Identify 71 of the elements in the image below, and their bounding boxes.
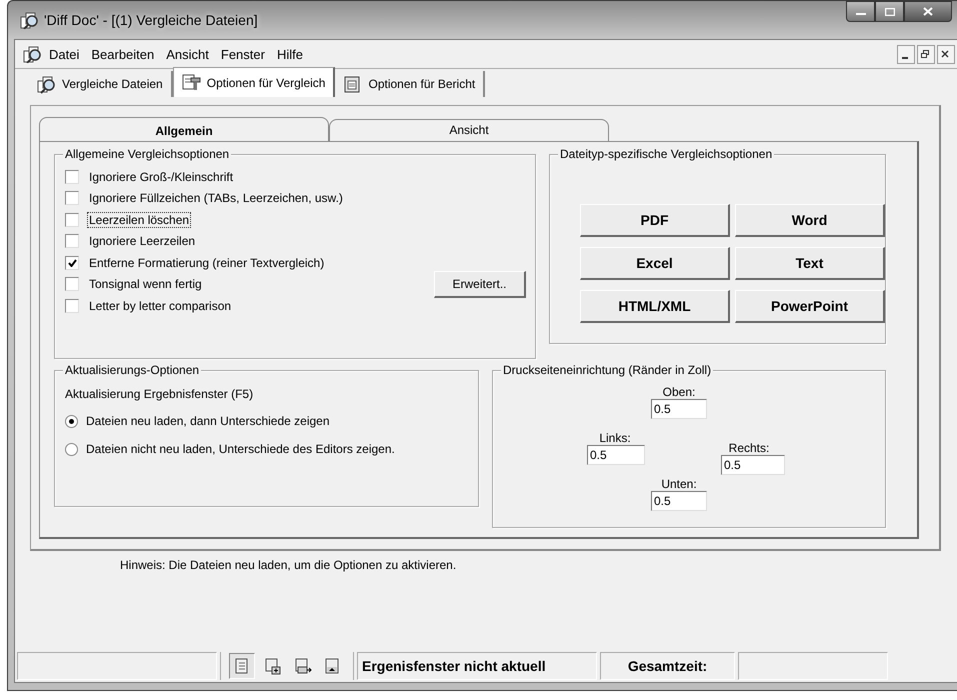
status-message: Ergenisfenster nicht aktuell [357, 652, 597, 680]
checkbox[interactable] [65, 298, 79, 313]
input-field[interactable]: 0.5 [587, 445, 645, 465]
checkmark-icon [68, 258, 76, 267]
restore-button[interactable] [917, 44, 935, 64]
tab[interactable]: Optionen für Bericht [335, 71, 486, 97]
checkbox-label: Ignoriere Leerzeilen [88, 233, 196, 250]
document-arrow-icon [292, 656, 312, 676]
group-title: Allgemeine Vergleichsoptionen [63, 146, 232, 162]
file-type-button[interactable]: PDF [580, 204, 730, 237]
group-title: Dateityp-spezifische Vergleichsoptionen [558, 146, 774, 162]
menu-item[interactable]: Fenster [214, 46, 271, 62]
window-title: 'Diff Doc' - [(1) Vergleiche Dateien] [44, 12, 258, 28]
toolbar-button[interactable] [229, 653, 255, 679]
document-icon[interactable] [23, 45, 41, 63]
file-type-button[interactable]: PowerPoint [735, 290, 885, 323]
checkbox-label: Ignoriere Groß-/Kleinschrift [88, 168, 234, 185]
advanced-button[interactable]: Erweitert.. [434, 270, 526, 298]
checkbox[interactable] [65, 191, 79, 206]
checkbox[interactable] [65, 212, 79, 227]
close-icon [941, 50, 949, 58]
hint-text: Hinweis: Die Dateien neu laden, um die Optionen zu aktivieren. [120, 558, 458, 572]
input-field[interactable]: 0.5 [651, 491, 707, 511]
group-title: Aktualisierungs-Optionen [63, 362, 202, 378]
checkbox-label: Ignoriere Füllzeichen (TABs, Leerzeichen, usw.) [88, 190, 344, 206]
field-label: Oben: [662, 385, 696, 399]
radio-button[interactable] [65, 442, 78, 456]
menu-item[interactable]: Bearbeiten [85, 46, 160, 62]
close-icon [923, 7, 933, 16]
field-label: Rechts: [728, 441, 770, 455]
tab[interactable]: Ansicht [329, 119, 609, 141]
maximize-icon [884, 8, 894, 16]
file-type-button[interactable]: Excel [580, 247, 730, 280]
magnifier-icon [37, 74, 56, 94]
checkbox[interactable] [65, 170, 79, 184]
input-field[interactable]: 0.5 [651, 399, 707, 419]
field-label: Links: [598, 431, 632, 445]
hammer-icon [182, 73, 201, 92]
menu-item[interactable]: Hilfe [270, 46, 309, 62]
menu-item[interactable]: Ansicht [160, 46, 215, 62]
close-button[interactable] [904, 1, 952, 22]
status-label: Gesamtzeit: [600, 652, 735, 680]
checkbox-label: Entferne Formatierung (reiner Textvergleich) [88, 254, 326, 271]
radio-label: Dateien nicht neu laden, Unterschiede des Editors zeigen. [86, 441, 395, 457]
checkbox[interactable] [65, 277, 79, 292]
tab[interactable]: Allgemein [39, 117, 329, 141]
tab[interactable]: Optionen für Vergleich [172, 67, 336, 97]
restore-icon [921, 50, 929, 58]
file-type-button[interactable]: Text [735, 247, 885, 280]
checkbox-label: Letter by letter comparison [88, 298, 232, 314]
document-add-icon [262, 656, 282, 676]
document-eject-icon [322, 656, 342, 676]
checkbox[interactable] [65, 234, 79, 248]
menu-item[interactable]: Datei [43, 46, 86, 62]
caption-text: Aktualisierung Ergebnisfenster (F5) [65, 387, 254, 401]
checkbox-label: Leerzeilen löschen [87, 212, 192, 228]
radio-button[interactable] [65, 414, 78, 428]
minimize-button[interactable] [846, 1, 875, 22]
group-title: Druckseiteneinrichtung (Ränder in Zoll) [501, 362, 714, 378]
minimize-button[interactable] [897, 44, 915, 64]
input-field[interactable]: 0.5 [721, 455, 785, 475]
app-icon [20, 11, 38, 29]
maximize-button[interactable] [875, 1, 904, 22]
file-type-button[interactable]: HTML/XML [580, 290, 730, 323]
radio-label: Dateien neu laden, dann Unterschiede zeigen [86, 413, 330, 429]
field-label: Unten: [660, 477, 698, 491]
close-button[interactable] [937, 44, 955, 64]
checkbox[interactable] [65, 256, 79, 270]
checkbox-label: Tonsignal wenn fertig [88, 276, 203, 292]
minimize-icon [902, 56, 908, 58]
file-type-button[interactable]: Word [735, 204, 885, 237]
